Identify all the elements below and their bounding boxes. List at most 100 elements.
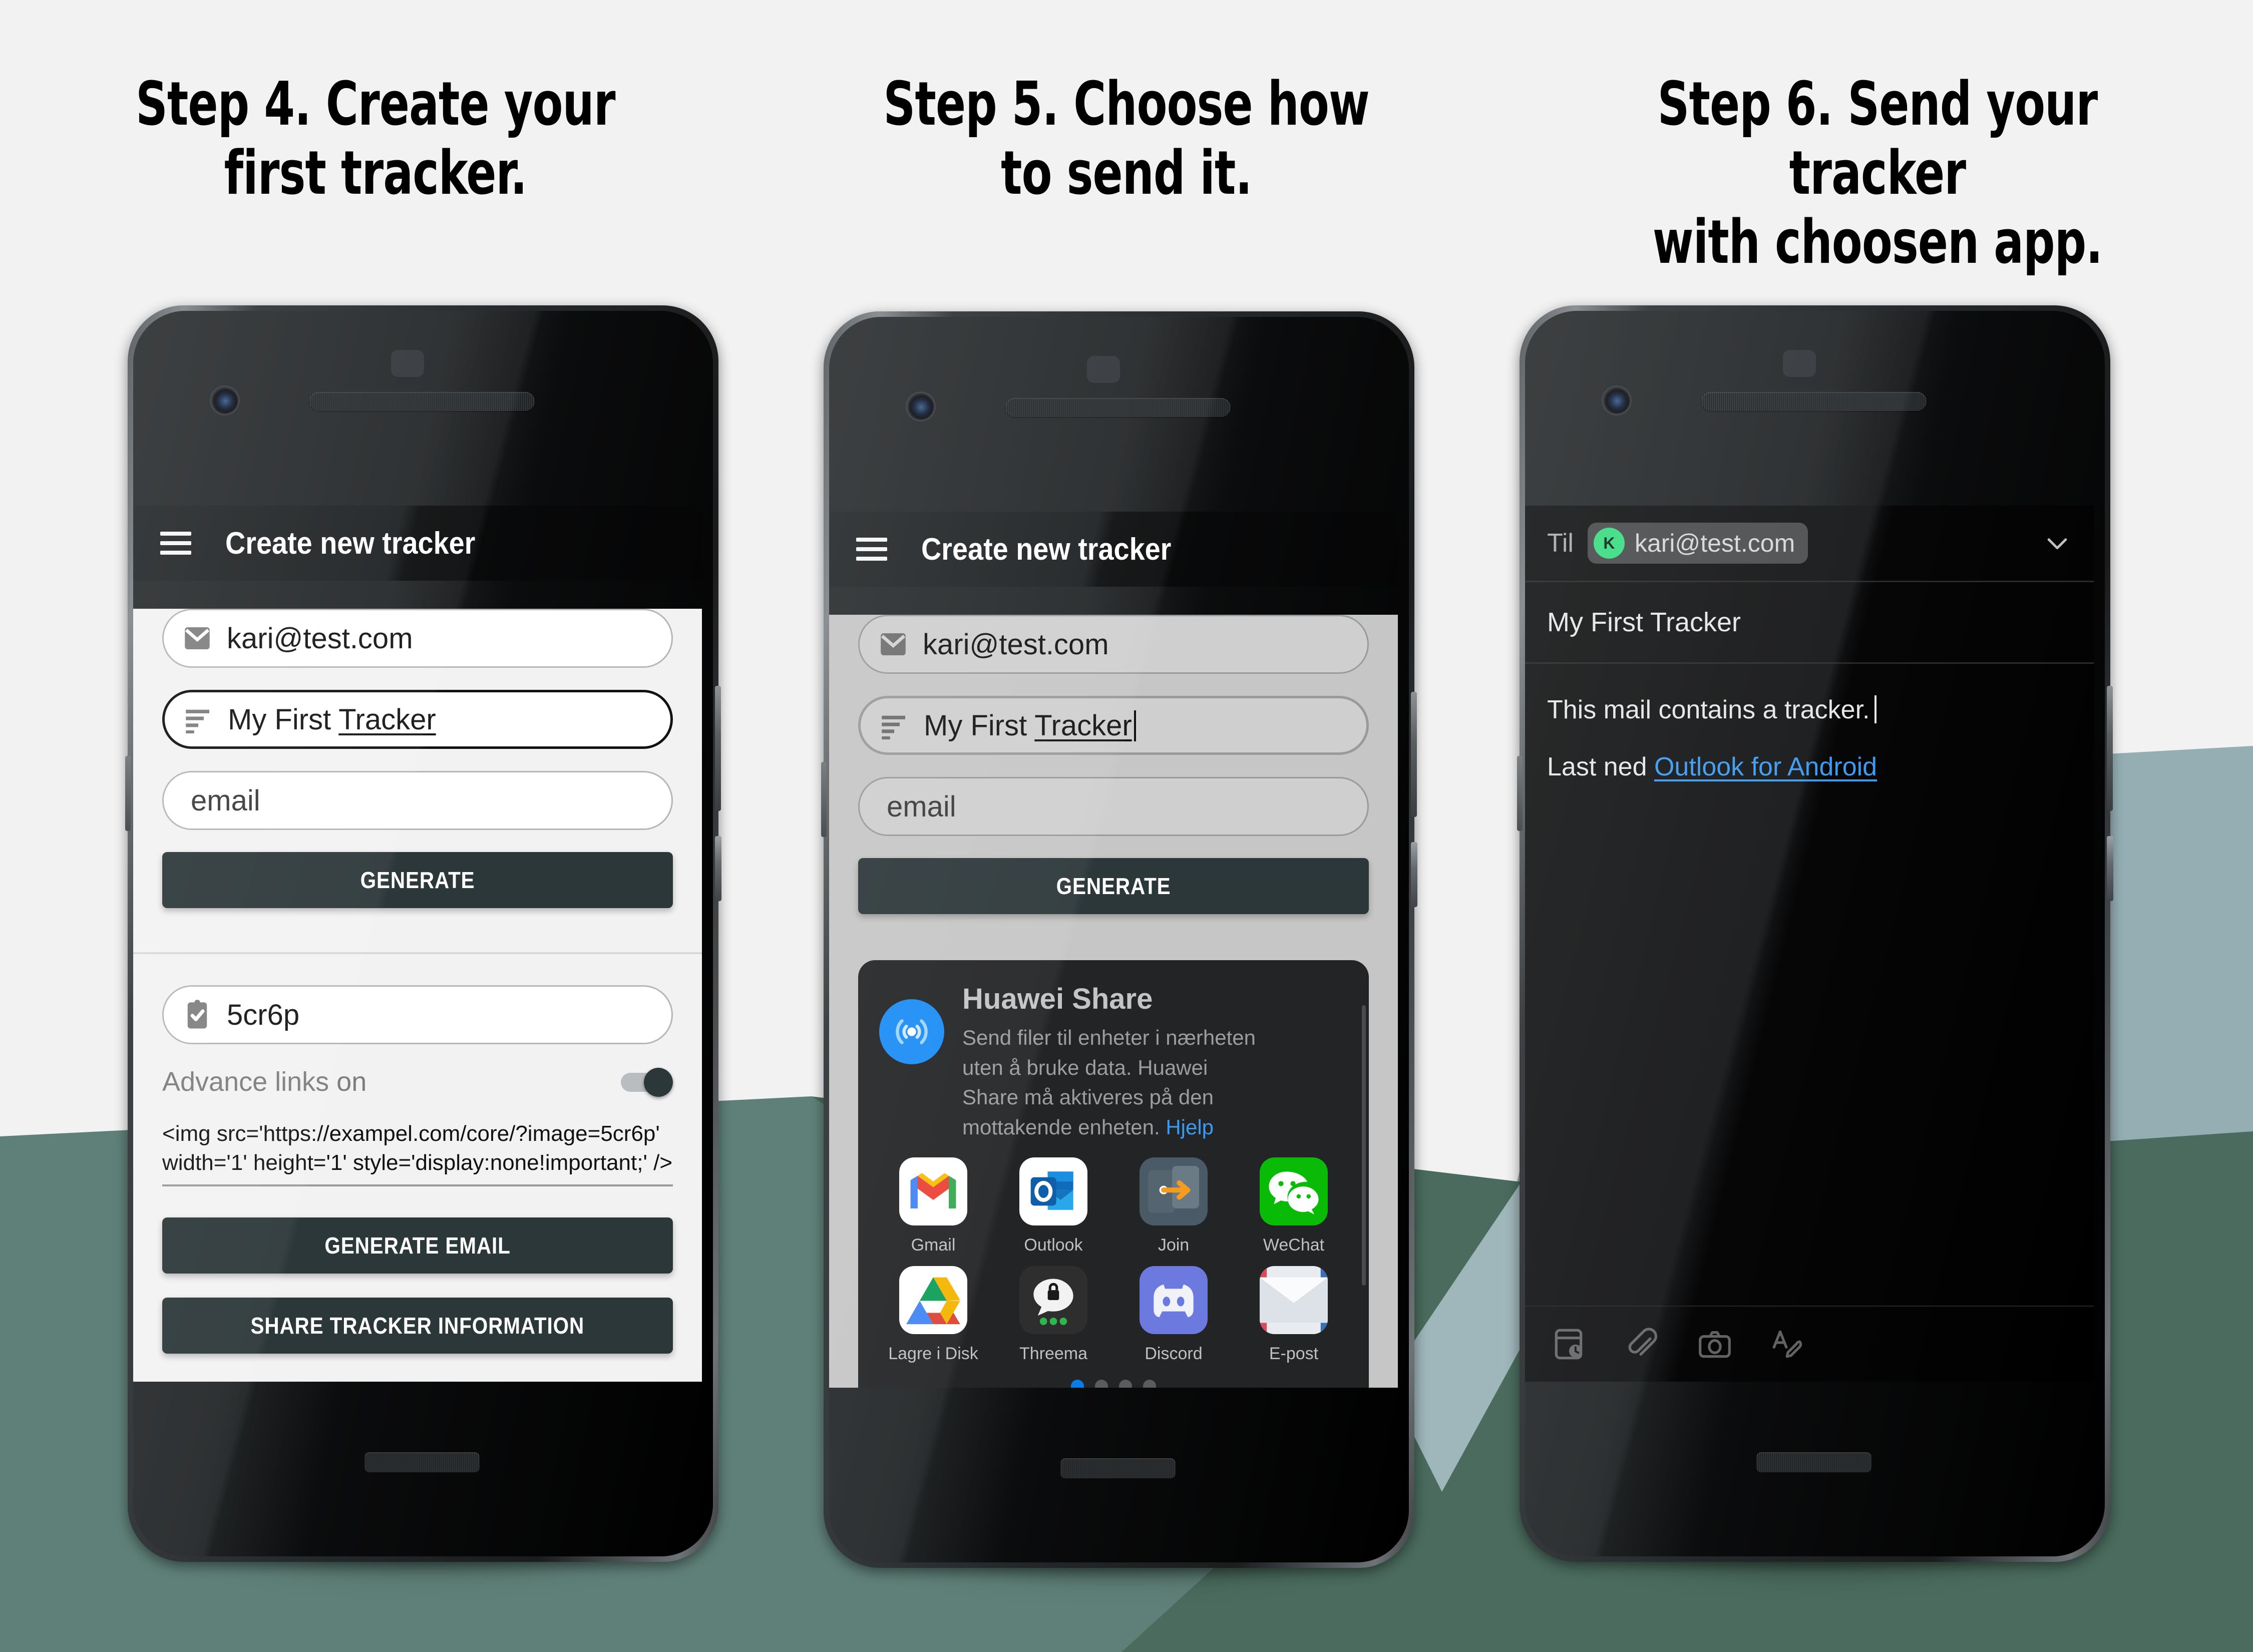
envelope-icon <box>877 628 910 661</box>
share-app-row-1: Gmail Outlook Join WeChat <box>873 1157 1354 1266</box>
huawei-share-header: Huawei Share Send filer til enheter i næ… <box>858 960 1369 1147</box>
email-field-value: kari@test.com <box>227 622 413 655</box>
share-app-drive[interactable]: Lagre i Disk <box>873 1266 993 1364</box>
page-title-step6: Step 6. Send your tracker with choosen a… <box>1652 70 2103 277</box>
share-app-gmail[interactable]: Gmail <box>873 1157 993 1255</box>
share-app-outlook[interactable]: Outlook <box>993 1157 1113 1255</box>
page-title-step4: Step 4. Create your first tracker. <box>136 70 615 208</box>
subject-lines-icon <box>182 703 215 736</box>
secondary-email-field[interactable]: email <box>858 777 1369 836</box>
power-button[interactable] <box>2107 836 2113 901</box>
huawei-share-description: Send filer til enheter i nærheten uten å… <box>962 1023 1263 1142</box>
proximity-sensor-icon <box>1087 356 1120 383</box>
tracker-name-field[interactable]: My First Tracker <box>162 690 673 749</box>
phone-mockup-step5: Create new tracker kari@test.com My Firs… <box>821 311 1417 1583</box>
generate-button[interactable]: GENERATE <box>858 858 1369 914</box>
outlook-icon <box>1019 1157 1087 1225</box>
mail-compose: Til K kari@test.com My First Tracker Thi… <box>1525 506 2094 1382</box>
avatar: K <box>1593 528 1625 559</box>
recipient-row[interactable]: Til K kari@test.com <box>1525 506 2094 582</box>
share-tracker-button[interactable]: SHARE TRACKER INFORMATION <box>162 1298 673 1354</box>
bottom-speaker <box>1060 1458 1176 1478</box>
email-field-value: kari@test.com <box>923 628 1109 661</box>
page-dot-2[interactable] <box>1095 1379 1108 1388</box>
discord-icon <box>1140 1266 1208 1334</box>
mail-body[interactable]: This mail contains a tracker. Last ned O… <box>1525 664 2094 1306</box>
phone2-screen: Create new tracker kari@test.com My Firs… <box>829 512 1398 1388</box>
outlook-download-link[interactable]: Outlook for Android <box>1654 752 1877 781</box>
generate-email-button[interactable]: GENERATE EMAIL <box>162 1217 673 1274</box>
volume-button[interactable] <box>1411 692 1417 817</box>
hamburger-icon[interactable] <box>160 532 191 555</box>
phone-mockup-step6: Til K kari@test.com My First Tracker Thi… <box>1517 305 2113 1577</box>
huawei-share-help-link[interactable]: Hjelp <box>1166 1115 1214 1139</box>
broadcast-icon <box>879 999 944 1064</box>
page-dot-3[interactable] <box>1119 1379 1132 1388</box>
share-app-wechat[interactable]: WeChat <box>1234 1157 1354 1255</box>
share-app-label: Join <box>1158 1235 1190 1255</box>
power-button[interactable] <box>715 836 721 901</box>
share-app-join[interactable]: Join <box>1113 1157 1234 1255</box>
bottom-speaker <box>1756 1452 1871 1472</box>
earpiece-speaker <box>1005 398 1231 417</box>
front-camera-icon <box>211 387 238 414</box>
envelope-mail-icon <box>1260 1266 1328 1334</box>
body-text-value: This mail contains a tracker. <box>1547 695 1870 724</box>
tracker-id-field[interactable]: 5cr6p <box>162 985 673 1044</box>
toggle-knob <box>644 1068 673 1097</box>
join-icon <box>1140 1157 1208 1225</box>
page-dot-1[interactable] <box>1071 1379 1084 1388</box>
heading-col-3: Step 6. Send your tracker with choosen a… <box>1502 0 2253 277</box>
hamburger-icon[interactable] <box>856 538 887 561</box>
share-app-label: Threema <box>1019 1344 1088 1363</box>
share-sheet-scrollbar[interactable] <box>1362 1005 1366 1286</box>
tracker-code-snippet[interactable]: <img src='https://exampel.com/core/?imag… <box>162 1119 673 1187</box>
camera-icon[interactable] <box>1696 1326 1733 1363</box>
section-divider <box>133 952 702 954</box>
share-sheet-page-indicator[interactable] <box>873 1375 1354 1388</box>
generate-button[interactable]: GENERATE <box>162 852 673 908</box>
body-text: This mail contains a tracker. <box>1547 695 2072 725</box>
proximity-sensor-icon <box>1783 350 1816 377</box>
share-app-label: E-post <box>1269 1344 1319 1363</box>
share-app-row-2: Lagre i Disk Threema Discord E-post <box>873 1266 1354 1375</box>
left-side-button[interactable] <box>821 762 827 837</box>
to-label: Til <box>1547 529 1574 558</box>
app-bar-title: Create new tracker <box>225 526 476 561</box>
app-content-dimmed: kari@test.com My First Tracker email GEN… <box>829 615 1398 1388</box>
share-sheet: Huawei Share Send filer til enheter i næ… <box>858 960 1369 1388</box>
calendar-clock-icon[interactable] <box>1550 1326 1587 1363</box>
app-content: kari@test.com My First Tracker email GEN… <box>133 609 702 1382</box>
advance-links-toggle[interactable] <box>621 1068 673 1097</box>
share-app-epost[interactable]: E-post <box>1234 1266 1354 1364</box>
proximity-sensor-icon <box>391 350 424 377</box>
format-text-icon[interactable] <box>1769 1326 1806 1363</box>
headings-row: Step 4. Create your first tracker. Step … <box>0 0 2253 277</box>
email-field[interactable]: kari@test.com <box>858 615 1369 674</box>
power-button[interactable] <box>1411 842 1417 907</box>
compose-toolbar <box>1525 1306 2094 1382</box>
left-side-button[interactable] <box>1517 756 1523 831</box>
share-app-discord[interactable]: Discord <box>1113 1266 1234 1364</box>
volume-button[interactable] <box>715 686 721 811</box>
left-side-button[interactable] <box>125 756 131 831</box>
app-bar: Create new tracker <box>829 512 1398 587</box>
advance-links-row[interactable]: Advance links on <box>162 1066 673 1097</box>
page-dot-4[interactable] <box>1143 1379 1156 1388</box>
paperclip-icon[interactable] <box>1623 1326 1660 1363</box>
volume-button[interactable] <box>2107 686 2113 811</box>
advance-links-label: Advance links on <box>162 1067 367 1097</box>
share-app-label: Lagre i Disk <box>888 1344 978 1363</box>
recipient-chip[interactable]: K kari@test.com <box>1587 523 1808 564</box>
signature-line: Last ned Outlook for Android <box>1547 752 2072 782</box>
chevron-down-icon[interactable] <box>2043 529 2072 558</box>
envelope-icon <box>181 622 214 655</box>
subject-field[interactable]: My First Tracker <box>1525 582 2094 664</box>
share-app-threema[interactable]: Threema <box>993 1266 1113 1364</box>
share-app-label: Gmail <box>911 1235 956 1255</box>
secondary-email-field[interactable]: email <box>162 771 673 830</box>
tracker-name-field[interactable]: My First Tracker <box>858 696 1369 755</box>
share-app-label: WeChat <box>1263 1235 1325 1255</box>
email-field[interactable]: kari@test.com <box>162 609 673 668</box>
signature-prefix: Last ned <box>1547 752 1647 781</box>
